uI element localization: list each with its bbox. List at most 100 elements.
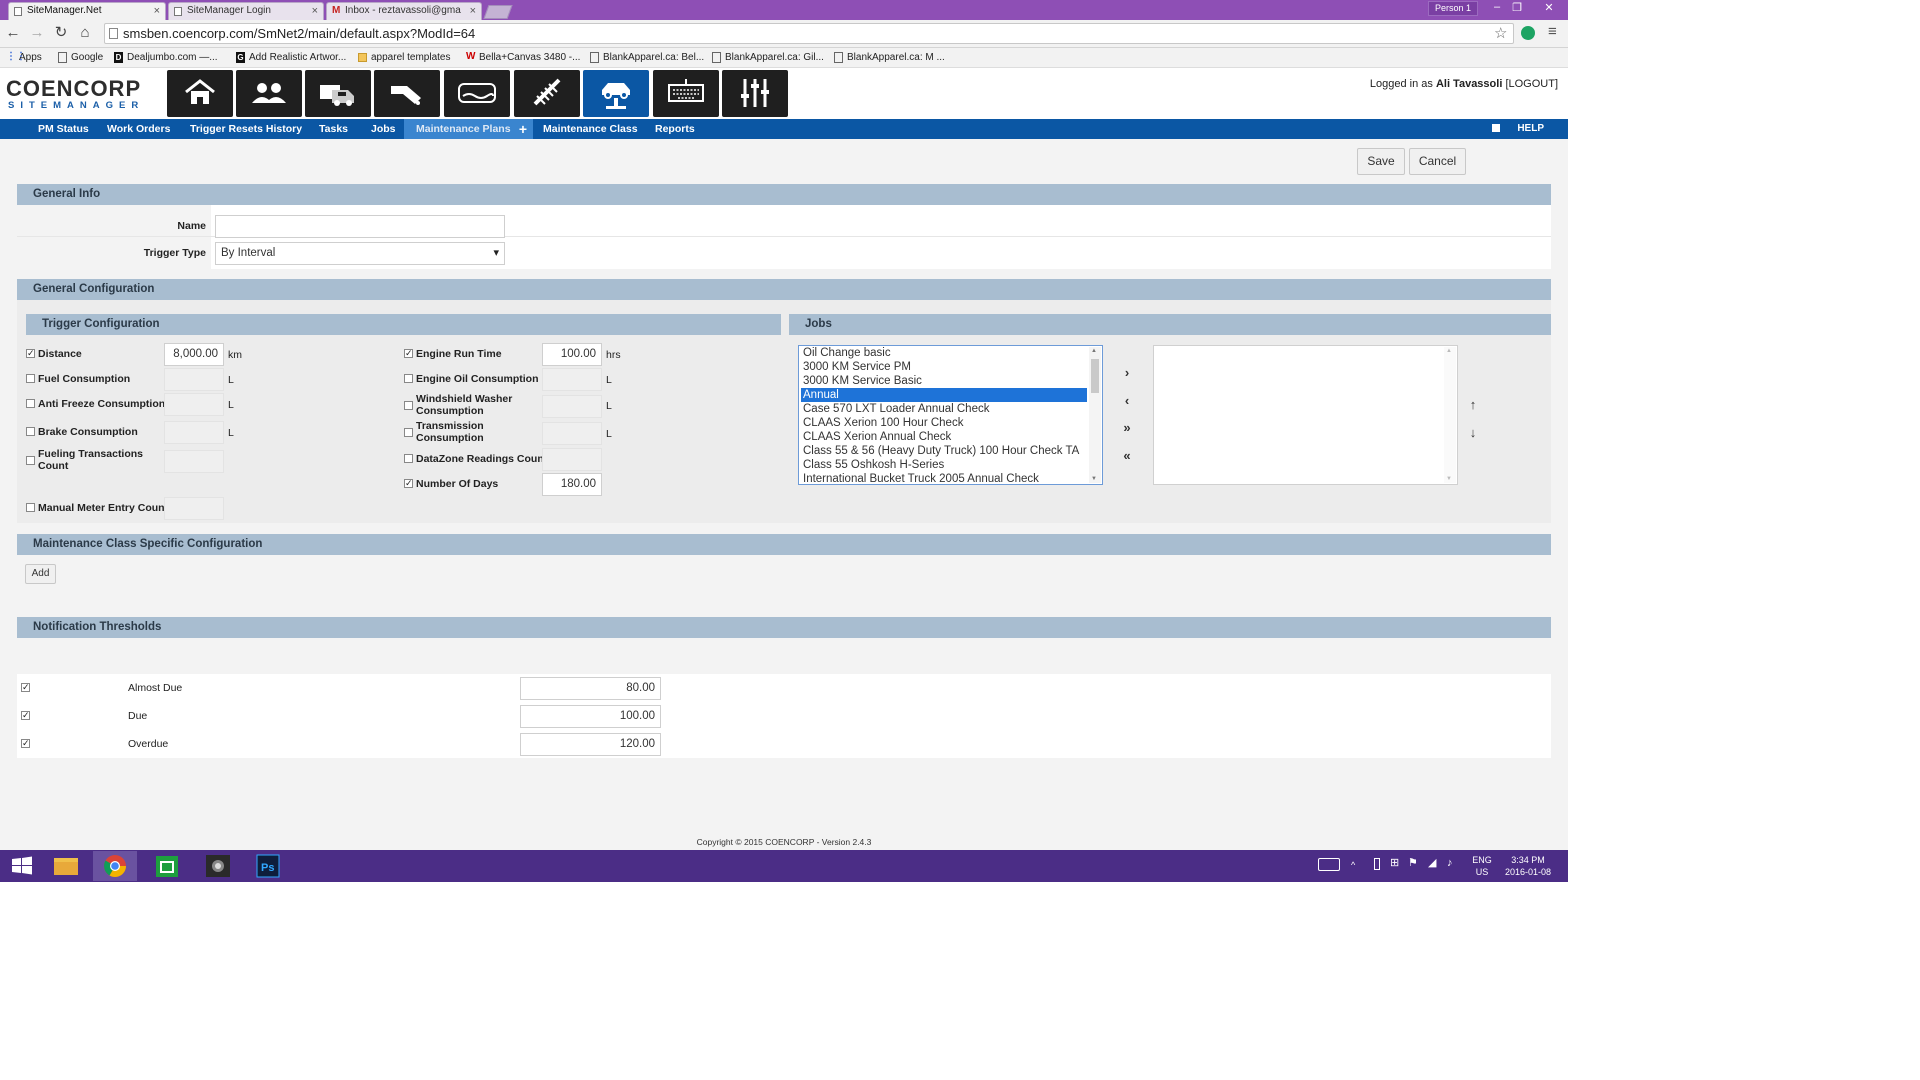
nav-maintenance-plans[interactable]: Maintenance Plans <box>404 119 523 139</box>
volume-icon[interactable]: ♪ <box>1447 857 1453 869</box>
scroll-thumb[interactable] <box>1091 359 1099 393</box>
due-input[interactable]: 100.00 <box>520 705 661 728</box>
list-item[interactable]: International Bucket Truck 2005 Annual C… <box>801 472 1087 484</box>
profile-button[interactable]: Person 1 <box>1428 1 1478 16</box>
engine-run-time-input[interactable]: 100.00 <box>542 343 602 366</box>
brake-consumption-input[interactable] <box>164 421 224 444</box>
transmission-checkbox[interactable] <box>404 428 413 437</box>
datazone-readings-input[interactable] <box>542 448 602 471</box>
media-app-button[interactable] <box>196 851 240 881</box>
name-input[interactable] <box>215 215 505 238</box>
distance-input[interactable]: 8,000.00 <box>164 343 224 366</box>
module-keyboard[interactable] <box>653 70 719 117</box>
flag-icon[interactable] <box>1492 124 1500 132</box>
clock[interactable]: 3:34 PM 2016-01-08 <box>1500 854 1556 878</box>
action-center-icon[interactable]: ⊞ <box>1390 857 1399 869</box>
transmission-input[interactable] <box>542 422 602 445</box>
minimize-icon[interactable]: – <box>1486 1 1508 13</box>
add-all-jobs-button[interactable]: » <box>1119 420 1135 435</box>
fuel-consumption-checkbox[interactable] <box>26 374 35 383</box>
extension-icon[interactable] <box>1521 26 1535 40</box>
bookmark-blankapparel-3[interactable]: BlankApparel.ca: M ... <box>834 51 945 64</box>
selected-jobs-list[interactable]: ▲ ▼ <box>1153 345 1458 485</box>
fuel-consumption-input[interactable] <box>164 368 224 391</box>
overdue-checkbox[interactable]: ✓ <box>21 739 30 748</box>
bookmark-google[interactable]: Google <box>58 51 103 64</box>
move-job-down-button[interactable]: ↓ <box>1465 425 1481 440</box>
list-item-selected[interactable]: Annual <box>801 388 1087 402</box>
windshield-washer-input[interactable] <box>542 395 602 418</box>
almost-due-checkbox[interactable]: ✓ <box>21 683 30 692</box>
coencorp-logo[interactable]: COENCORP SITEMANAGER <box>6 76 158 114</box>
move-job-up-button[interactable]: ↑ <box>1465 397 1481 412</box>
chrome-button[interactable] <box>93 851 137 881</box>
list-item[interactable]: Class 55 & 56 (Heavy Duty Truck) 100 Hou… <box>801 444 1087 458</box>
fueling-transactions-input[interactable] <box>164 450 224 473</box>
module-users[interactable] <box>236 70 302 117</box>
browser-tab-sitemanager[interactable]: SiteManager.Net × <box>8 2 166 20</box>
module-home[interactable] <box>167 70 233 117</box>
add-class-config-button[interactable]: Add <box>25 564 56 584</box>
new-tab-button[interactable] <box>483 5 513 19</box>
fueling-transactions-checkbox[interactable] <box>26 456 35 465</box>
nav-jobs[interactable]: Jobs <box>371 119 396 139</box>
brake-consumption-checkbox[interactable] <box>26 427 35 436</box>
restore-icon[interactable]: ❐ <box>1506 1 1528 14</box>
touch-keyboard-icon[interactable] <box>1318 858 1340 871</box>
browser-menu-icon[interactable]: ≡ <box>1548 23 1557 40</box>
module-fuel[interactable] <box>374 70 440 117</box>
nav-reports[interactable]: Reports <box>655 119 695 139</box>
module-maintenance[interactable] <box>583 70 649 117</box>
number-of-days-checkbox[interactable]: ✓ <box>404 479 413 488</box>
nav-maintenance-class[interactable]: Maintenance Class <box>543 119 638 139</box>
nav-pm-status[interactable]: PM Status <box>38 119 89 139</box>
list-item[interactable]: Oil Change basic <box>801 346 1087 360</box>
battery-icon[interactable] <box>1374 858 1380 870</box>
nav-trigger-resets-history[interactable]: Trigger Resets History <box>190 119 302 139</box>
tab-close-icon[interactable]: × <box>312 3 318 19</box>
home-browser-icon[interactable]: ⌂ <box>76 24 94 42</box>
overdue-input[interactable]: 120.00 <box>520 733 661 756</box>
engine-oil-input[interactable] <box>542 368 602 391</box>
store-button[interactable] <box>145 851 189 881</box>
reload-icon[interactable]: ↻ <box>52 24 70 42</box>
bookmark-star-icon[interactable]: ☆ <box>1494 24 1507 42</box>
start-button[interactable] <box>0 851 44 881</box>
tab-close-icon[interactable]: × <box>470 3 476 19</box>
engine-run-time-checkbox[interactable]: ✓ <box>404 349 413 358</box>
save-button[interactable]: Save <box>1357 148 1405 175</box>
bookmark-apps[interactable]: ⋮⋮ Apps <box>6 51 42 64</box>
bookmark-dealjumbo[interactable]: D Dealjumbo.com —... <box>114 51 218 64</box>
scroll-up-icon[interactable]: ▲ <box>1446 348 1452 354</box>
scroll-up-icon[interactable]: ▲ <box>1091 348 1097 354</box>
list-item[interactable]: CLAAS Xerion 100 Hour Check <box>801 416 1087 430</box>
flag-tray-icon[interactable]: ⚑ <box>1408 857 1418 869</box>
bookmark-bella-canvas[interactable]: W Bella+Canvas 3480 -... <box>466 51 580 64</box>
help-link[interactable]: HELP <box>1517 119 1544 139</box>
selected-jobs-scrollbar[interactable]: ▲ ▼ <box>1444 347 1456 483</box>
manual-meter-checkbox[interactable] <box>26 503 35 512</box>
forward-icon[interactable]: → <box>28 24 46 42</box>
antifreeze-checkbox[interactable] <box>26 399 35 408</box>
url-bar[interactable]: smsben.coencorp.com/SmNet2/main/default.… <box>104 23 1514 44</box>
module-settings[interactable] <box>722 70 788 117</box>
distance-checkbox[interactable]: ✓ <box>26 349 35 358</box>
nav-add-plan-button[interactable]: + <box>513 119 533 139</box>
module-parts[interactable] <box>514 70 580 117</box>
module-tanks[interactable] <box>444 70 510 117</box>
scroll-down-icon[interactable]: ▼ <box>1091 476 1097 482</box>
tab-close-icon[interactable]: × <box>154 3 160 19</box>
language-indicator[interactable]: ENG US <box>1469 854 1495 878</box>
remove-all-jobs-button[interactable]: « <box>1119 448 1135 463</box>
jobs-list-scrollbar[interactable]: ▲ ▼ <box>1089 347 1101 483</box>
list-item[interactable]: CLAAS Xerion Annual Check <box>801 430 1087 444</box>
browser-tab-inbox[interactable]: M Inbox - reztavassoli@gma × <box>326 2 482 20</box>
antifreeze-input[interactable] <box>164 393 224 416</box>
list-item[interactable]: 3000 KM Service PM <box>801 360 1087 374</box>
list-item[interactable]: Case 570 LXT Loader Annual Check <box>801 402 1087 416</box>
bookmark-blankapparel-2[interactable]: BlankApparel.ca: Gil... <box>712 51 824 64</box>
number-of-days-input[interactable]: 180.00 <box>542 473 602 496</box>
manual-meter-input[interactable] <box>164 497 224 520</box>
nav-work-orders[interactable]: Work Orders <box>107 119 170 139</box>
available-jobs-list[interactable]: Oil Change basic 3000 KM Service PM 3000… <box>798 345 1103 485</box>
